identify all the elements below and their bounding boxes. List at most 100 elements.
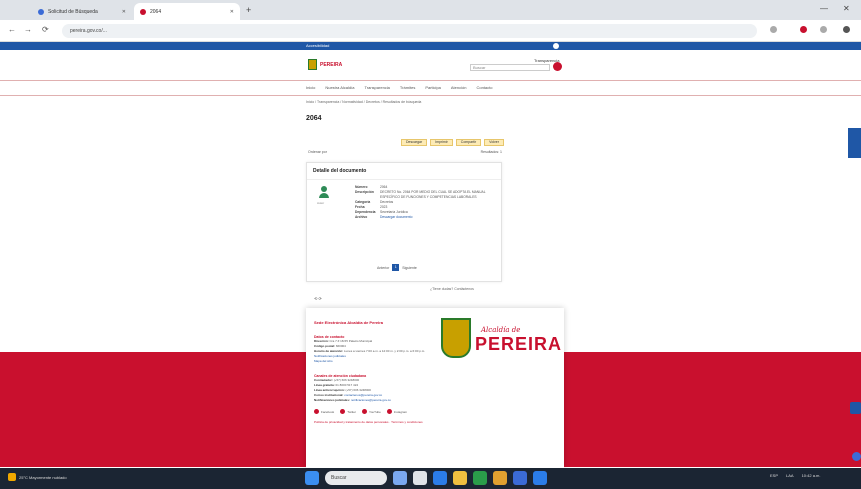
instagram-link[interactable]: Instagram — [386, 409, 408, 414]
next-page-button[interactable]: Siguiente — [402, 266, 417, 270]
favicon-icon — [140, 8, 146, 15]
back-icon[interactable]: ← — [8, 25, 16, 34]
accessibility-side-button[interactable] — [848, 128, 861, 158]
favicon-icon — [38, 8, 44, 15]
app-icon[interactable] — [493, 471, 507, 485]
record-card: Detalle del documento Autor Número 2064 D… — [306, 162, 502, 282]
record-heading: Detalle del documento — [307, 163, 501, 180]
record-fields: Número 2064 Descripción DECRETO No. 2064 P… — [355, 185, 495, 220]
social-links: Facebook Twitter YouTube Instagram — [314, 409, 556, 414]
nav-item[interactable]: Contacto — [476, 85, 492, 90]
pereira-logo: Alcaldía de PEREIRA — [441, 318, 563, 362]
line-text: 01 8000 517 424 — [335, 383, 359, 387]
line-text: Lunes a viernes 7:00 a.m. a 12:00 m. y 2… — [344, 349, 426, 353]
task-view-icon[interactable] — [413, 471, 427, 485]
browser-tab-bar: Solicitud de Búsqueda ✕ 2064 ✕ + — ✕ — [0, 0, 861, 20]
site-header: PEREIRA Transparencia Buscar — [0, 50, 861, 78]
city-shield-icon[interactable] — [308, 59, 317, 70]
minimize-icon[interactable]: — — [820, 4, 828, 13]
field-key: Archivo — [355, 215, 368, 219]
line-text[interactable]: Notificaciones judiciales — [314, 354, 346, 358]
nav-item[interactable]: Atención — [451, 85, 467, 90]
pagination: Anterior 1 Siguiente — [377, 264, 417, 271]
breadcrumb[interactable]: Inicio / Transparencia / Normatividad / … — [306, 100, 562, 105]
share-button[interactable]: Compartir — [455, 139, 482, 146]
new-tab-button[interactable]: + — [246, 5, 251, 15]
close-tab-icon[interactable]: ✕ — [230, 9, 234, 15]
system-tray: ESP LAA 10:42 a.m. — [770, 473, 820, 478]
file-explorer-icon[interactable] — [453, 471, 467, 485]
weather-widget[interactable]: 25°C Mayormente nublado — [8, 473, 67, 481]
extension-icon[interactable] — [770, 26, 777, 33]
chat-icon[interactable] — [852, 452, 861, 461]
edge-icon[interactable] — [433, 471, 447, 485]
twitter-link[interactable]: Twitter — [340, 409, 356, 414]
social-label: Instagram — [393, 409, 408, 414]
app-icon[interactable] — [513, 471, 527, 485]
gov-top-strip: Accesibilidad — [0, 42, 861, 50]
widgets-icon[interactable] — [393, 471, 407, 485]
start-icon[interactable] — [305, 471, 319, 485]
nav-item[interactable]: Inicio — [306, 85, 315, 90]
line-text: 660004 — [335, 344, 346, 348]
accessibility-link[interactable]: Accesibilidad — [306, 43, 329, 48]
footer-policy-links[interactable]: Política de privacidad y tratamiento de … — [314, 420, 556, 424]
back-button[interactable]: Volver — [484, 139, 504, 146]
download-button[interactable]: Descargar — [401, 139, 428, 146]
language-indicator[interactable]: ESP — [770, 473, 778, 478]
line-label: Línea gratuita: — [314, 383, 335, 387]
sort-select[interactable]: Ordenar por — [308, 150, 327, 154]
account-icon[interactable] — [843, 26, 850, 33]
side-widget-button[interactable] — [850, 402, 861, 414]
site-logo-text[interactable]: PEREIRA — [320, 62, 342, 68]
reload-icon[interactable]: ⟳ — [42, 25, 49, 34]
line-text: (+57) 606 3248000 — [333, 378, 360, 382]
close-tab-icon[interactable]: ✕ — [122, 9, 126, 15]
sidepanel-icon[interactable] — [820, 26, 827, 33]
share-icons[interactable]: ⟲ ⟳ — [314, 296, 322, 301]
accessibility-icon[interactable] — [553, 43, 559, 49]
tab-search-request[interactable]: Solicitud de Búsqueda ✕ — [32, 3, 132, 20]
results-count: Resultados: 1 — [480, 150, 502, 154]
tab-2064[interactable]: 2064 ✕ — [134, 3, 240, 20]
prev-page-button[interactable]: Anterior — [377, 266, 389, 270]
close-window-icon[interactable]: ✕ — [843, 4, 850, 13]
line-label: Código postal: — [314, 344, 335, 348]
weather-text: 25°C Mayormente nublado — [19, 474, 67, 480]
facebook-link[interactable]: Facebook — [314, 409, 334, 414]
city-shield-icon — [441, 318, 471, 358]
field-row: Archivo Descargar documento — [355, 215, 495, 220]
main-nav: Inicio Nuestra Alcaldía Transparencia Tr… — [0, 80, 861, 96]
brand-text: PEREIRA — [475, 334, 563, 354]
line-label: Línea anticorrupción: — [314, 388, 345, 392]
line-text[interactable]: Mapa del sitio — [314, 359, 333, 363]
forward-icon[interactable]: → — [24, 25, 32, 34]
clock[interactable]: 10:42 a.m. — [802, 473, 821, 478]
line-label: Horario de atención: — [314, 349, 344, 353]
line-text[interactable]: contactenos@pereira.gov.co — [344, 393, 382, 397]
nav-item[interactable]: Nuestra Alcaldía — [325, 85, 354, 90]
download-link[interactable]: Descargar documento — [380, 215, 495, 220]
site-search-input[interactable]: Buscar — [470, 64, 550, 71]
line-text[interactable]: notificaciones@pereira.gov.co — [351, 398, 391, 402]
nav-item[interactable]: Participa — [425, 85, 441, 90]
search-icon[interactable] — [553, 62, 562, 71]
print-button[interactable]: Imprimir — [430, 139, 453, 146]
instagram-icon — [386, 409, 392, 414]
input-indicator[interactable]: LAA — [786, 473, 794, 478]
url-field[interactable]: pereira.gov.co/... — [62, 24, 757, 38]
taskbar-search[interactable]: Buscar — [325, 471, 387, 485]
profile-icon[interactable] — [800, 26, 807, 33]
chrome-icon[interactable] — [473, 471, 487, 485]
nav-item[interactable]: Transparencia — [364, 85, 389, 90]
field-key: Descripción — [355, 190, 374, 194]
page-number-current[interactable]: 1 — [392, 264, 400, 271]
contact-link[interactable]: ¿Tiene dudas? Contáctenos — [430, 287, 474, 291]
os-taskbar: 25°C Mayormente nublado Buscar ESP LAA 1… — [0, 468, 861, 489]
tab-label: Solicitud de Búsqueda — [48, 8, 98, 15]
youtube-link[interactable]: YouTube — [362, 409, 381, 414]
line-label: Dirección: — [314, 339, 329, 343]
app-icon[interactable] — [533, 471, 547, 485]
nav-item[interactable]: Trámites — [400, 85, 415, 90]
avatar-caption: Autor — [317, 201, 325, 205]
